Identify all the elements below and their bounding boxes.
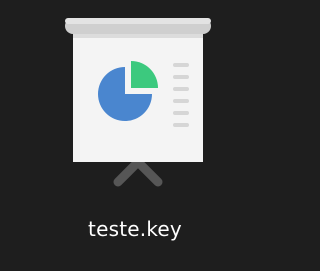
file-name-label[interactable]: teste.key bbox=[0, 215, 270, 243]
keynote-presentation-icon bbox=[65, 18, 211, 187]
file-item[interactable]: teste.key bbox=[0, 0, 270, 271]
